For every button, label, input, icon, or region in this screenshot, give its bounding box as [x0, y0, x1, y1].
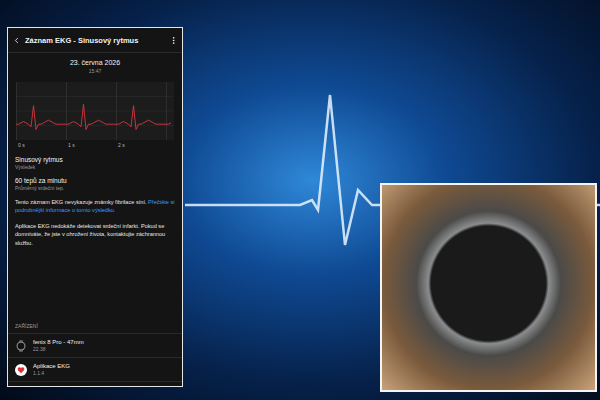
ecg-chart	[16, 82, 174, 140]
device-heading: ZAŘÍZENÍ	[8, 323, 182, 334]
header: Záznam EKG - Sinusový rytmus	[8, 28, 182, 53]
ecg-line	[16, 104, 171, 129]
device-version: 22.38	[33, 346, 84, 352]
watch-icon	[15, 340, 27, 352]
chart-tick: 2 s	[116, 142, 166, 148]
result-label: Průměrný srdeční tep.	[15, 185, 175, 191]
device-version: 1.1.4	[33, 370, 70, 376]
time: 15:47	[89, 68, 102, 74]
date: 23. června 2026	[70, 59, 120, 66]
device-row[interactable]: fenix 8 Pro - 47mm22.38	[8, 334, 182, 358]
result-item: 60 tepů za minutuPrůměrný srdeční tep.	[15, 177, 175, 191]
more-icon[interactable]	[169, 36, 178, 45]
disclaimer: Aplikace EKG nedokáže detekovat srdeční …	[15, 222, 175, 247]
chart-tick: 0 s	[16, 142, 66, 148]
result-value: Sinusový rytmus	[15, 156, 175, 163]
device-name: Aplikace EKG	[33, 363, 70, 369]
result-label: Výsledek	[15, 164, 175, 170]
device-row[interactable]: Aplikace EKG1.1.4	[8, 358, 182, 382]
device-name: fenix 8 Pro - 47mm	[33, 339, 84, 345]
chart-tick: 1 s	[66, 142, 116, 148]
phone-screenshot: Záznam EKG - Sinusový rytmus 23. června 2…	[7, 27, 183, 387]
header-title: Záznam EKG - Sinusový rytmus	[25, 36, 165, 45]
chart: 0 s1 s2 s	[16, 82, 174, 148]
record-date: 23. června 2026 15:47	[8, 53, 182, 78]
watch-photo	[380, 183, 597, 392]
back-icon[interactable]	[12, 36, 21, 45]
result-item: Sinusový rytmusVýsledek	[15, 156, 175, 170]
device-section: ZAŘÍZENÍfenix 8 Pro - 47mm22.38Aplikace …	[8, 323, 182, 386]
result-details: Sinusový rytmusVýsledek 60 tepů za minutu…	[8, 148, 182, 247]
info-link[interactable]: Přečtěte si podrobnější informace o tomt…	[15, 199, 175, 213]
notice: Tento záznam EKG nevykazuje známky fibri…	[15, 198, 175, 215]
page: Záznam EKG - Sinusový rytmus 23. června 2…	[0, 0, 600, 400]
photo-column	[191, 27, 597, 392]
result-value: 60 tepů za minutu	[15, 177, 175, 184]
chart-ticks: 0 s1 s2 s	[16, 142, 174, 148]
heart-icon	[15, 364, 27, 376]
